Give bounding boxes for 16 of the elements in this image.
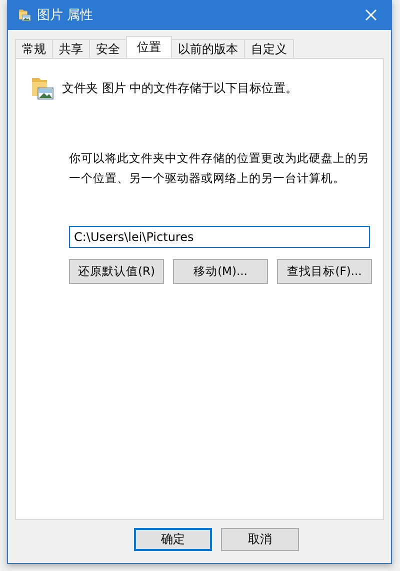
dialog-button[interactable]: 取消 [221,528,299,551]
tab[interactable]: 自定义 [244,39,294,58]
description: 你可以将此文件夹中文件存储的位置更改为此硬盘上的另一个位置、另一个驱动器或网络上的另一台计算机。 [69,150,369,187]
folder-picture-icon [30,75,54,101]
tab[interactable]: 共享 [52,39,90,58]
window-title: 图片 属性 [37,7,94,24]
location-button[interactable]: 查找目标(F)... [277,259,372,284]
location-heading: 文件夹 图片 中的文件存储于以下目标位置。 [62,80,298,96]
location-button[interactable]: 还原默认值(R) [69,259,164,284]
location-button[interactable]: 移动(M)... [173,259,268,284]
folder-icon [18,8,31,22]
tab[interactable]: 常规 [15,39,53,58]
tab[interactable]: 位置 [126,36,172,58]
tab[interactable]: 安全 [89,39,127,58]
path-field[interactable]: C:\Users\lei\Pictures [69,226,370,248]
dialog-button[interactable]: 确定 [134,528,212,551]
